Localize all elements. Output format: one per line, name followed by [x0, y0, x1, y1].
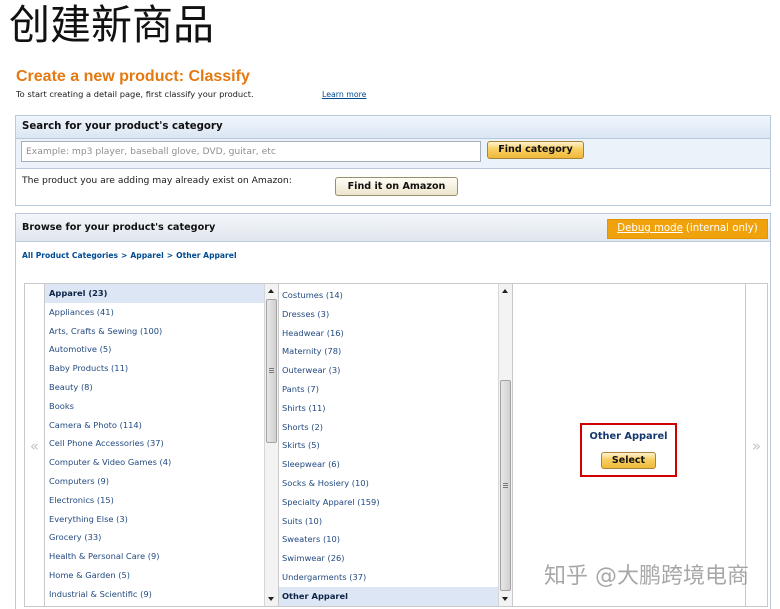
selection-highlight-box: Other Apparel Select: [580, 423, 677, 477]
category-item[interactable]: Health & Personal Care (9): [45, 547, 264, 566]
scroll-thumb-grip-icon: [503, 482, 508, 488]
browse-panel-header: Browse for your product's category Debug…: [16, 214, 770, 242]
browse-panel-title: Browse for your product's category: [22, 222, 216, 233]
search-row: Find category: [16, 139, 770, 169]
next-arrow-icon[interactable]: »: [746, 436, 767, 456]
subcategory-item[interactable]: Dresses (3): [279, 305, 498, 324]
category-item[interactable]: Computer & Video Games (4): [45, 453, 264, 472]
intro-text: To start creating a detail page, first c…: [16, 89, 254, 99]
category-item[interactable]: Electronics (15): [45, 491, 264, 510]
subcategory-item[interactable]: Outerwear (3): [279, 361, 498, 380]
find-category-button[interactable]: Find category: [487, 141, 584, 159]
subcategory-item[interactable]: Swimwear (26): [279, 549, 498, 568]
category-item[interactable]: Camera & Photo (114): [45, 416, 264, 435]
next-gutter: »: [746, 284, 767, 606]
subcategory-item[interactable]: Other Apparel: [279, 586, 498, 606]
breadcrumb-link-apparel[interactable]: Apparel: [130, 251, 163, 260]
scroll-up-arrow-icon[interactable]: [265, 285, 278, 298]
scroll-thumb[interactable]: [266, 299, 277, 443]
subcategory-item[interactable]: Skirts (5): [279, 436, 498, 455]
category-item[interactable]: Beauty (8): [45, 378, 264, 397]
prev-arrow-icon[interactable]: «: [25, 436, 44, 456]
subcategory-item[interactable]: Shorts (2): [279, 418, 498, 437]
category-item[interactable]: Arts, Crafts & Sewing (100): [45, 322, 264, 341]
select-button[interactable]: Select: [601, 452, 656, 469]
category-scrollbar[interactable]: [264, 284, 278, 606]
category-list: Apparel (23) Appliances (41) Arts, Craft…: [45, 284, 264, 604]
selected-category-name: Other Apparel: [589, 431, 668, 442]
category-item[interactable]: Baby Products (11): [45, 359, 264, 378]
subcategory-item[interactable]: Suits (10): [279, 512, 498, 531]
scroll-down-arrow-icon[interactable]: [499, 592, 512, 605]
category-item[interactable]: Cell Phone Accessories (37): [45, 434, 264, 453]
category-browser: « Apparel (23) Appliances (41) Arts, Cra…: [24, 283, 768, 607]
exists-text: The product you are adding may already e…: [22, 175, 292, 186]
category-item[interactable]: Grocery (33): [45, 528, 264, 547]
search-panel-header: Search for your product's category: [16, 116, 770, 139]
category-item[interactable]: Everything Else (3): [45, 510, 264, 529]
breadcrumb-separator: >: [121, 251, 128, 260]
page-title-cn: 创建新商品: [9, 1, 214, 49]
page-heading: Create a new product: Classify: [16, 68, 250, 85]
category-item[interactable]: Home & Garden (5): [45, 566, 264, 585]
breadcrumb-link-other-apparel[interactable]: Other Apparel: [176, 251, 236, 260]
watermark: 知乎 @大鹏跨境电商: [544, 564, 749, 589]
category-item[interactable]: Apparel (23): [45, 284, 264, 303]
subcategory-scrollbar[interactable]: [498, 284, 512, 606]
learn-more-link[interactable]: Learn more: [322, 89, 366, 101]
category-item[interactable]: Appliances (41): [45, 303, 264, 322]
breadcrumb-link-all-categories[interactable]: All Product Categories: [22, 251, 118, 260]
category-item[interactable]: Computers (9): [45, 472, 264, 491]
scroll-thumb[interactable]: [500, 380, 511, 591]
scroll-down-arrow-icon[interactable]: [265, 592, 278, 605]
subcategory-item[interactable]: Sweaters (10): [279, 530, 498, 549]
subcategory-list: Costumes (14) Dresses (3) Headwear (16) …: [279, 286, 498, 606]
category-item[interactable]: Books: [45, 397, 264, 416]
category-item[interactable]: Industrial & Scientific (9): [45, 585, 264, 604]
browse-panel: Browse for your product's category Debug…: [15, 213, 771, 609]
prev-gutter: «: [25, 284, 44, 606]
subcategory-item[interactable]: Headwear (16): [279, 324, 498, 343]
subcategory-item[interactable]: Shirts (11): [279, 399, 498, 418]
selection-panel: Other Apparel Select: [512, 284, 746, 606]
subcategory-item[interactable]: Sleepwear (6): [279, 455, 498, 474]
subcategory-column: Costumes (14) Dresses (3) Headwear (16) …: [278, 284, 512, 606]
subcategory-item[interactable]: Undergarments (37): [279, 568, 498, 587]
subcategory-item[interactable]: Costumes (14): [279, 286, 498, 305]
breadcrumb: All Product Categories > Apparel > Other App…: [22, 250, 237, 262]
find-it-on-amazon-button[interactable]: Find it on Amazon: [335, 177, 458, 196]
category-column: Apparel (23) Appliances (41) Arts, Craft…: [44, 284, 278, 606]
category-item[interactable]: Automotive (5): [45, 340, 264, 359]
breadcrumb-separator: >: [166, 251, 174, 260]
exists-row: The product you are adding may already e…: [16, 169, 770, 205]
scroll-thumb-grip-icon: [269, 368, 274, 373]
debug-mode-note: (internal only): [685, 223, 758, 234]
subcategory-item[interactable]: Specialty Apparel (159): [279, 493, 498, 512]
search-panel: Search for your product's category Find …: [15, 115, 771, 206]
scroll-up-arrow-icon[interactable]: [499, 285, 512, 298]
page: 创建新商品 Create a new product: Classify To …: [0, 0, 780, 609]
subcategory-item[interactable]: Pants (7): [279, 380, 498, 399]
subcategory-item[interactable]: Maternity (78): [279, 342, 498, 361]
debug-mode-link[interactable]: Debug mode: [617, 223, 683, 234]
search-panel-title: Search for your product's category: [22, 121, 223, 132]
subcategory-item[interactable]: Socks & Hosiery (10): [279, 474, 498, 493]
category-search-input[interactable]: [21, 141, 481, 162]
debug-mode-box: Debug mode (internal only): [607, 219, 768, 239]
